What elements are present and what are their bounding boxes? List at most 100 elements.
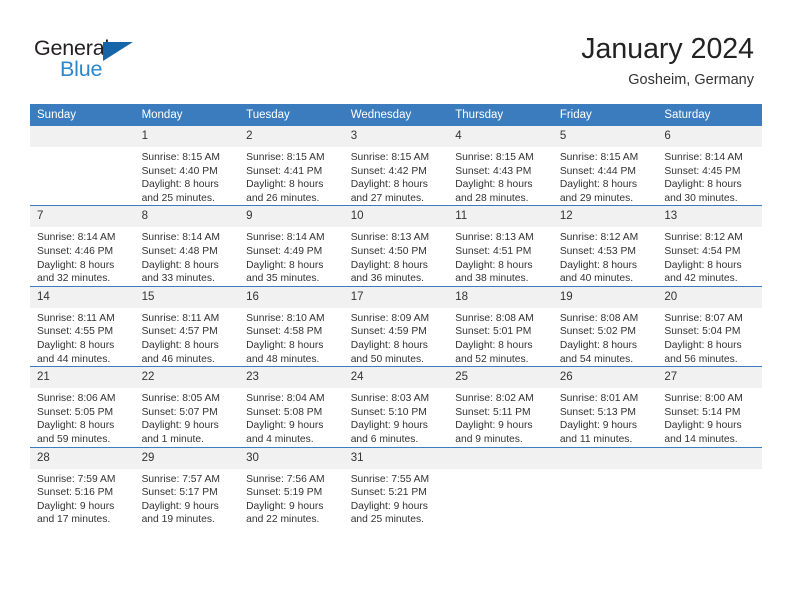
day-number: 5 bbox=[552, 126, 658, 147]
sunrise-time: Sunrise: 8:08 AM bbox=[455, 312, 534, 324]
day-number bbox=[657, 447, 762, 469]
calendar-day-cell[interactable]: 28 Sunrise: 7:59 AM Sunset: 5:16 PM Dayligh… bbox=[30, 446, 135, 527]
calendar-day-cell[interactable]: 11 Sunrise: 8:13 AM Sunset: 4:51 PM Dayligh… bbox=[448, 205, 553, 287]
day-number: 18 bbox=[448, 286, 553, 308]
daylight-duration-line1: Daylight: 8 hours bbox=[141, 259, 219, 271]
title-block: January 2024 Gosheim, Germany bbox=[581, 32, 754, 90]
day-details: Sunrise: 8:12 AM Sunset: 4:53 PM Daylight:… bbox=[553, 227, 658, 285]
daylight-duration-line2: and 22 minutes. bbox=[246, 514, 320, 526]
calendar-week-row: 21 Sunrise: 8:06 AM Sunset: 5:05 PM Dayligh… bbox=[30, 366, 762, 447]
calendar-day-cell[interactable]: 6 Sunrise: 8:14 AM Sunset: 4:45 PM Daylight… bbox=[657, 126, 762, 206]
calendar-day-cell[interactable]: 21 Sunrise: 8:06 AM Sunset: 5:05 PM Dayligh… bbox=[30, 366, 135, 447]
day-details: Sunrise: 7:57 AM Sunset: 5:17 PM Daylight:… bbox=[135, 469, 240, 527]
calendar-day-cell[interactable]: 31 Sunrise: 7:55 AM Sunset: 5:21 PM Dayligh… bbox=[343, 446, 449, 527]
calendar-day-cell[interactable]: 26 Sunrise: 8:01 AM Sunset: 5:13 PM Dayligh… bbox=[552, 366, 658, 447]
daylight-duration-line1: Daylight: 8 hours bbox=[37, 259, 115, 271]
calendar-day-cell[interactable]: 9 Sunrise: 8:14 AM Sunset: 4:49 PM Daylight… bbox=[239, 205, 344, 287]
calendar-day-cell[interactable]: 19 Sunrise: 8:08 AM Sunset: 5:02 PM Dayligh… bbox=[552, 285, 658, 367]
sunset-time: Sunset: 5:14 PM bbox=[664, 406, 741, 418]
calendar-body: 1 Sunrise: 8:15 AM Sunset: 4:40 PM Daylight… bbox=[30, 126, 762, 527]
calendar-day-cell[interactable]: 14 Sunrise: 8:11 AM Sunset: 4:55 PM Dayligh… bbox=[30, 285, 135, 367]
day-details: Sunrise: 8:14 AM Sunset: 4:46 PM Daylight:… bbox=[30, 227, 135, 285]
daylight-duration-line2: and 46 minutes. bbox=[141, 353, 215, 365]
daylight-duration-line2: and 36 minutes. bbox=[350, 273, 424, 285]
day-details: Sunrise: 8:00 AM Sunset: 5:14 PM Daylight:… bbox=[657, 388, 762, 446]
day-details: Sunrise: 8:14 AM Sunset: 4:49 PM Daylight:… bbox=[239, 227, 344, 285]
day-details: Sunrise: 8:05 AM Sunset: 5:07 PM Daylight:… bbox=[135, 388, 240, 446]
day-details: Sunrise: 8:06 AM Sunset: 5:05 PM Daylight:… bbox=[30, 388, 135, 446]
day-details: Sunrise: 8:02 AM Sunset: 5:11 PM Daylight:… bbox=[448, 388, 553, 446]
calendar-day-cell[interactable]: 24 Sunrise: 8:03 AM Sunset: 5:10 PM Dayligh… bbox=[343, 366, 449, 447]
sunset-time: Sunset: 4:58 PM bbox=[246, 326, 323, 338]
sunrise-time: Sunrise: 8:09 AM bbox=[350, 312, 430, 324]
daylight-duration-line1: Daylight: 8 hours bbox=[559, 179, 638, 191]
daylight-duration-line1: Daylight: 8 hours bbox=[350, 179, 428, 191]
general-blue-logo[interactable]: General Blue bbox=[34, 36, 164, 88]
weekday-header-thursday: Thursday bbox=[448, 104, 553, 126]
day-number: 9 bbox=[239, 206, 344, 228]
sunset-time: Sunset: 4:44 PM bbox=[559, 165, 636, 177]
sunset-time: Sunset: 4:46 PM bbox=[37, 245, 114, 257]
calendar-week-row: 1 Sunrise: 8:15 AM Sunset: 4:40 PM Daylight… bbox=[30, 126, 762, 206]
day-number: 1 bbox=[134, 126, 240, 147]
weekday-header-tuesday: Tuesday bbox=[239, 104, 344, 126]
daylight-duration-line2: and 25 minutes. bbox=[141, 192, 215, 204]
calendar-day-cell[interactable]: 1 Sunrise: 8:15 AM Sunset: 4:40 PM Daylight… bbox=[134, 126, 240, 206]
sunrise-time: Sunrise: 8:15 AM bbox=[141, 152, 220, 163]
sunset-time: Sunset: 5:11 PM bbox=[455, 406, 531, 418]
sunrise-time: Sunrise: 8:15 AM bbox=[246, 152, 325, 163]
sunrise-time: Sunrise: 8:15 AM bbox=[350, 152, 430, 163]
sunset-time: Sunset: 4:43 PM bbox=[455, 165, 532, 177]
calendar-day-cell-empty bbox=[448, 446, 553, 527]
calendar-day-cell[interactable]: 30 Sunrise: 7:56 AM Sunset: 5:19 PM Dayligh… bbox=[239, 446, 344, 527]
day-number: 30 bbox=[239, 447, 344, 469]
sunset-time: Sunset: 4:51 PM bbox=[455, 245, 532, 257]
calendar-day-cell[interactable]: 20 Sunrise: 8:07 AM Sunset: 5:04 PM Dayligh… bbox=[657, 285, 762, 367]
calendar-day-cell[interactable]: 22 Sunrise: 8:05 AM Sunset: 5:07 PM Dayligh… bbox=[134, 366, 240, 447]
daylight-duration-line2: and 17 minutes. bbox=[37, 514, 111, 526]
calendar-page: General Blue January 2024 Gosheim, Germa… bbox=[0, 0, 792, 612]
calendar-day-cell[interactable]: 18 Sunrise: 8:08 AM Sunset: 5:01 PM Dayligh… bbox=[448, 285, 553, 367]
calendar-day-cell[interactable]: 17 Sunrise: 8:09 AM Sunset: 4:59 PM Dayligh… bbox=[343, 285, 449, 367]
sunrise-time: Sunrise: 8:10 AM bbox=[246, 312, 325, 324]
weekday-header-row: Sunday Monday Tuesday Wednesday Thursday… bbox=[30, 104, 762, 126]
daylight-duration-line1: Daylight: 9 hours bbox=[37, 500, 115, 512]
calendar-day-cell[interactable]: 2 Sunrise: 8:15 AM Sunset: 4:41 PM Daylight… bbox=[239, 126, 344, 206]
daylight-duration-line1: Daylight: 9 hours bbox=[141, 420, 219, 432]
daylight-duration-line1: Daylight: 9 hours bbox=[559, 420, 638, 432]
sunset-time: Sunset: 4:54 PM bbox=[664, 245, 741, 257]
day-number: 2 bbox=[239, 126, 344, 147]
calendar-day-cell[interactable]: 25 Sunrise: 8:02 AM Sunset: 5:11 PM Dayligh… bbox=[448, 366, 553, 447]
calendar-day-cell[interactable]: 27 Sunrise: 8:00 AM Sunset: 5:14 PM Dayligh… bbox=[657, 366, 762, 447]
calendar-day-cell[interactable]: 13 Sunrise: 8:12 AM Sunset: 4:54 PM Dayligh… bbox=[657, 205, 762, 287]
day-number bbox=[448, 447, 553, 469]
calendar-day-cell-empty bbox=[30, 126, 135, 206]
day-number: 22 bbox=[134, 367, 240, 389]
sunrise-time: Sunrise: 8:13 AM bbox=[350, 232, 430, 244]
calendar-day-cell[interactable]: 4 Sunrise: 8:15 AM Sunset: 4:43 PM Daylight… bbox=[448, 126, 553, 206]
day-number: 20 bbox=[657, 286, 762, 308]
sunset-time: Sunset: 5:08 PM bbox=[246, 406, 323, 418]
calendar-day-cell[interactable]: 23 Sunrise: 8:04 AM Sunset: 5:08 PM Dayligh… bbox=[239, 366, 344, 447]
calendar-day-cell[interactable]: 5 Sunrise: 8:15 AM Sunset: 4:44 PM Daylight… bbox=[552, 126, 658, 206]
sunset-time: Sunset: 4:40 PM bbox=[141, 165, 218, 177]
sunset-time: Sunset: 5:05 PM bbox=[37, 406, 114, 418]
calendar-day-cell[interactable]: 16 Sunrise: 8:10 AM Sunset: 4:58 PM Dayligh… bbox=[239, 285, 344, 367]
day-number: 11 bbox=[448, 206, 553, 228]
calendar-day-cell[interactable]: 8 Sunrise: 8:14 AM Sunset: 4:48 PM Daylight… bbox=[134, 205, 240, 287]
sunrise-time: Sunrise: 8:15 AM bbox=[559, 152, 639, 163]
day-number: 28 bbox=[30, 447, 135, 469]
sunset-time: Sunset: 5:16 PM bbox=[37, 487, 114, 499]
sunrise-time: Sunrise: 8:14 AM bbox=[246, 232, 325, 244]
daylight-duration-line2: and 1 minute. bbox=[141, 433, 204, 445]
calendar-day-cell[interactable]: 12 Sunrise: 8:12 AM Sunset: 4:53 PM Dayligh… bbox=[552, 205, 658, 287]
daylight-duration-line2: and 42 minutes. bbox=[664, 273, 738, 285]
calendar-day-cell[interactable]: 29 Sunrise: 7:57 AM Sunset: 5:17 PM Dayligh… bbox=[134, 446, 240, 527]
calendar-day-cell[interactable]: 10 Sunrise: 8:13 AM Sunset: 4:50 PM Dayligh… bbox=[343, 205, 449, 287]
calendar-day-cell[interactable]: 3 Sunrise: 8:15 AM Sunset: 4:42 PM Daylight… bbox=[343, 126, 449, 206]
daylight-duration-line2: and 38 minutes. bbox=[455, 273, 529, 285]
daylight-duration-line1: Daylight: 9 hours bbox=[350, 500, 428, 512]
calendar-day-cell[interactable]: 7 Sunrise: 8:14 AM Sunset: 4:46 PM Daylight… bbox=[30, 205, 135, 287]
calendar-day-cell[interactable]: 15 Sunrise: 8:11 AM Sunset: 4:57 PM Dayligh… bbox=[134, 285, 240, 367]
day-details: Sunrise: 8:13 AM Sunset: 4:51 PM Daylight:… bbox=[448, 227, 553, 285]
